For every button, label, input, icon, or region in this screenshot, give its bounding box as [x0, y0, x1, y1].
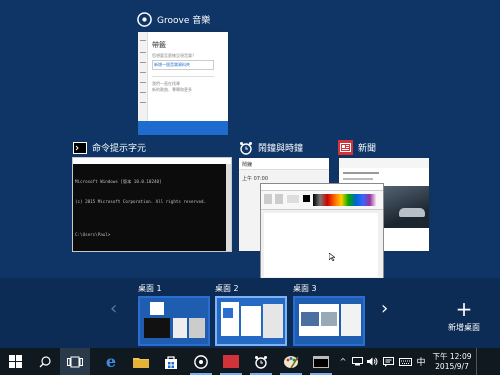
- show-desktop-button[interactable]: [476, 348, 480, 375]
- alarms-title-text: 鬧鐘與時鐘: [258, 144, 304, 154]
- cmd-icon: [72, 140, 87, 155]
- taskbar-groove-button[interactable]: [186, 348, 216, 375]
- paint-icon: [283, 355, 299, 368]
- task-view-icon: [67, 356, 83, 367]
- cmd-icon: [313, 355, 329, 368]
- mouse-cursor-icon: [328, 246, 336, 265]
- news-icon: [338, 140, 353, 155]
- groove-window-title[interactable]: Groove 音樂: [137, 12, 210, 27]
- groove-playbar: [138, 121, 228, 135]
- taskbar-news-button[interactable]: [216, 348, 246, 375]
- news-window-title[interactable]: 新聞: [338, 140, 376, 155]
- ime-indicator[interactable]: 中: [414, 355, 428, 368]
- taskbar-explorer-button[interactable]: [126, 348, 156, 375]
- taskbar-cmd-button[interactable]: [306, 348, 336, 375]
- news-title-text: 新聞: [358, 144, 377, 154]
- volume-icon[interactable]: [365, 357, 380, 366]
- folder-icon: [133, 357, 149, 368]
- alarm-clock-icon: [238, 140, 253, 155]
- alarm-clock-icon: [255, 355, 267, 369]
- alarms-label: 鬧鐘: [242, 162, 253, 168]
- groove-title-text: Groove 音樂: [157, 16, 211, 26]
- cmd-line: Microsoft Windows [版本 10.0.10240]: [75, 179, 162, 185]
- store-icon: [165, 355, 177, 369]
- groove-icon: [137, 12, 152, 27]
- search-button[interactable]: [30, 348, 60, 375]
- desktop-1-thumbnail[interactable]: [138, 296, 210, 346]
- groove-line2[interactable]: 新增一個音樂資料夾: [154, 62, 190, 68]
- desktop-2-label: 桌面 2: [215, 284, 239, 293]
- groove-window-thumbnail[interactable]: 帶籤 您想要怎麼樣呈現音樂？ 新增一個音樂資料夾 我們一直在找尋 新的歌曲、專輯…: [137, 31, 229, 135]
- paint-window-thumbnail[interactable]: [260, 183, 384, 282]
- alarms-time: 上午 07:00: [242, 176, 268, 182]
- paint-canvas[interactable]: [264, 213, 378, 277]
- network-icon[interactable]: [350, 357, 365, 366]
- tray-overflow-icon[interactable]: ^: [336, 357, 350, 366]
- desktops-next-button[interactable]: ›: [381, 298, 388, 319]
- taskbar-store-button[interactable]: [156, 348, 186, 375]
- system-tray: ^ 中 下午 12:09 2015/9/7: [336, 348, 480, 375]
- plus-icon: +: [455, 297, 473, 321]
- groove-icon: [194, 354, 208, 369]
- desktop-3-thumbnail[interactable]: [293, 296, 365, 346]
- start-button[interactable]: [0, 348, 30, 375]
- cmd-line: C:\Users\Paul>: [75, 231, 111, 237]
- cmd-window-thumbnail[interactable]: Microsoft Windows [版本 10.0.10240] (c) 20…: [72, 157, 232, 336]
- action-center-icon[interactable]: [380, 356, 396, 367]
- clock-time: 下午 12:09: [432, 351, 472, 361]
- paint-color-palette[interactable]: [313, 194, 377, 206]
- news-hero-image: [383, 186, 429, 228]
- clock-date: 2015/9/7: [435, 361, 469, 371]
- taskbar-paint-button[interactable]: [276, 348, 306, 375]
- desktops-prev-button[interactable]: ‹: [110, 298, 117, 319]
- taskbar-edge-button[interactable]: e: [96, 348, 126, 375]
- news-icon: [223, 355, 239, 368]
- groove-line1: 您想要怎麼樣呈現音樂？: [152, 53, 196, 58]
- clock[interactable]: 下午 12:09 2015/9/7: [428, 352, 476, 372]
- desktop-1-label: 桌面 1: [138, 284, 162, 293]
- cmd-line: (c) 2015 Microsoft Corporation. All righ…: [75, 198, 207, 204]
- desktop-2-thumbnail[interactable]: [215, 296, 287, 346]
- new-desktop-button[interactable]: + 新增桌面: [442, 297, 486, 336]
- task-view-button[interactable]: [60, 348, 90, 375]
- windows-logo-icon: [8, 355, 22, 368]
- cmd-title-text: 命令提示字元: [92, 144, 147, 154]
- cmd-window-title[interactable]: 命令提示字元: [72, 140, 146, 155]
- new-desktop-label: 新增桌面: [448, 323, 480, 332]
- taskbar-alarms-button[interactable]: [246, 348, 276, 375]
- search-icon: [39, 355, 51, 367]
- groove-heading: 帶籤: [152, 41, 166, 49]
- alarms-window-title[interactable]: 鬧鐘與時鐘: [238, 140, 303, 155]
- desktop-3-label: 桌面 3: [293, 284, 317, 293]
- edge-icon: e: [105, 352, 117, 371]
- groove-line4: 新的歌曲、專輯和更多: [152, 87, 192, 92]
- keyboard-icon[interactable]: [396, 357, 414, 366]
